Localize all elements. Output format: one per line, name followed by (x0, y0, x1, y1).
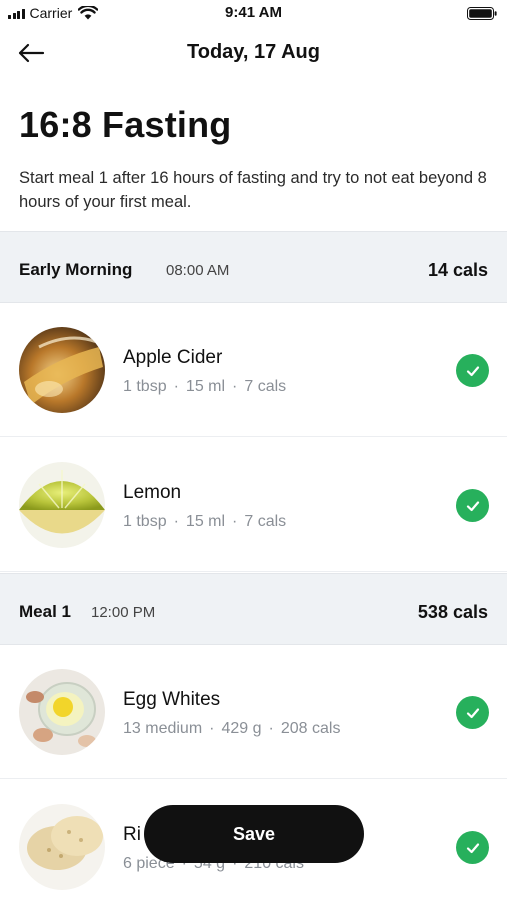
food-item-apple-cider[interactable]: Apple Cider 1 tbsp · 15 ml · 7 cals (0, 303, 507, 437)
section-header-meal-1: Meal 1 12:00 PM 538 cals (0, 573, 507, 645)
food-cals: 7 cals (244, 378, 287, 395)
food-item-lemon[interactable]: Lemon 1 tbsp · 15 ml · 7 cals (0, 438, 507, 572)
section-name: Meal 1 (19, 602, 71, 621)
section-cals: 538 cals (417, 602, 488, 622)
status-time: 9:41 AM (225, 4, 282, 21)
separator-dot: · (232, 513, 238, 530)
separator-dot: · (173, 513, 179, 530)
food-qty: 13 medium (123, 720, 203, 737)
food-cals: 7 cals (244, 513, 287, 530)
separator-dot: · (209, 720, 215, 737)
page-title: 16:8 Fasting (19, 104, 232, 145)
check-icon[interactable] (456, 489, 489, 522)
food-qty: 1 tbsp (123, 378, 167, 395)
food-qty: 1 tbsp (123, 513, 167, 530)
food-name: Lemon (123, 482, 182, 503)
section-name: Early Morning (19, 260, 133, 279)
separator-dot: · (268, 720, 274, 737)
food-meta: 13 medium · 429 g · 208 cals (123, 720, 340, 738)
check-icon[interactable] (456, 696, 489, 729)
food-amount: 15 ml (185, 378, 226, 395)
save-button[interactable]: Save (144, 805, 364, 863)
lemon-photo (19, 462, 105, 548)
food-name: Egg Whites (123, 689, 221, 710)
check-icon[interactable] (456, 354, 489, 387)
plan-description: Start meal 1 after 16 hours of fasting a… (19, 169, 487, 211)
section-time: 08:00 AM (166, 262, 230, 279)
section-header-early-morning: Early Morning 08:00 AM 14 cals (0, 231, 507, 303)
section-time: 12:00 PM (91, 604, 156, 621)
section-cals: 14 cals (427, 260, 488, 280)
status-bar: Carrier 9:41 AM (0, 0, 507, 28)
separator-dot: · (232, 378, 238, 395)
rice-cakes-photo (19, 804, 105, 890)
nav-bar: Today, 17 Aug (0, 30, 507, 76)
food-meta: 1 tbsp · 15 ml · 7 cals (123, 378, 286, 396)
food-amount: 429 g (221, 720, 262, 737)
food-cals: 208 cals (280, 720, 341, 737)
food-meta: 1 tbsp · 15 ml · 7 cals (123, 513, 286, 531)
check-icon[interactable] (456, 831, 489, 864)
food-item-egg-whites[interactable]: Egg Whites 13 medium · 429 g · 208 cals (0, 645, 507, 779)
egg-whites-photo (19, 669, 105, 755)
food-amount: 15 ml (185, 513, 226, 530)
food-name: Ri (123, 824, 141, 845)
nav-title: Today, 17 Aug (187, 41, 320, 63)
battery-icon (467, 7, 497, 20)
food-name: Apple Cider (123, 347, 223, 368)
apple-cider-photo (19, 327, 105, 413)
separator-dot: · (173, 378, 179, 395)
